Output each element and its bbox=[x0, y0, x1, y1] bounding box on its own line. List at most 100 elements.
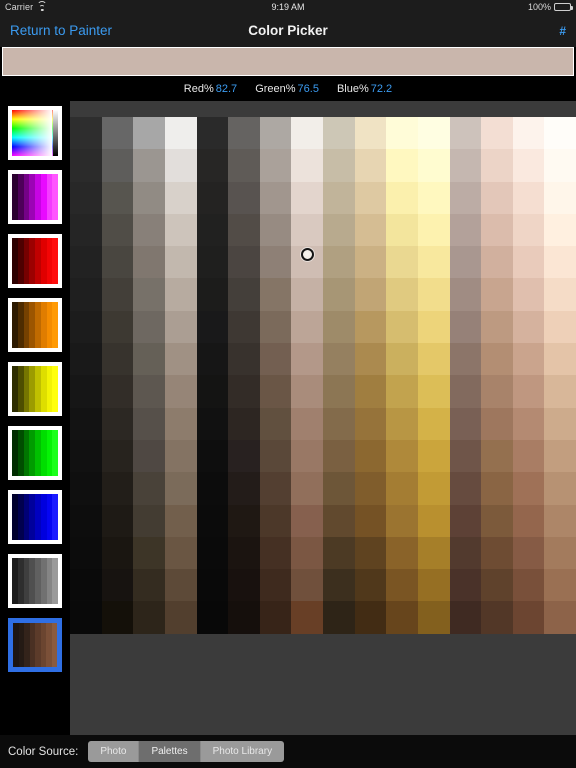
color-cell[interactable] bbox=[101, 569, 134, 602]
color-cell[interactable] bbox=[164, 536, 197, 570]
color-cell[interactable] bbox=[354, 213, 387, 247]
color-cell[interactable] bbox=[133, 181, 165, 214]
color-cell[interactable] bbox=[70, 439, 102, 473]
color-cell[interactable] bbox=[481, 213, 513, 247]
color-cell[interactable] bbox=[164, 439, 197, 473]
color-cell[interactable] bbox=[259, 343, 292, 376]
color-cell[interactable] bbox=[228, 149, 260, 182]
color-cell[interactable] bbox=[70, 343, 102, 376]
color-cell[interactable] bbox=[291, 407, 323, 440]
color-cell[interactable] bbox=[164, 213, 197, 247]
color-cell[interactable] bbox=[101, 181, 134, 214]
color-cell[interactable] bbox=[259, 181, 292, 214]
color-cell[interactable] bbox=[259, 504, 292, 537]
color-source-segmented-control[interactable]: Photo Palettes Photo Library bbox=[88, 741, 285, 762]
color-cell[interactable] bbox=[196, 213, 229, 247]
color-cell[interactable] bbox=[386, 504, 418, 537]
color-cell[interactable] bbox=[481, 601, 513, 634]
color-cell[interactable] bbox=[417, 117, 450, 150]
color-cell[interactable] bbox=[512, 278, 545, 311]
color-cell[interactable] bbox=[512, 343, 545, 376]
color-cell[interactable] bbox=[133, 536, 165, 570]
color-cell[interactable] bbox=[70, 310, 102, 344]
color-cell[interactable] bbox=[544, 536, 576, 570]
color-cell[interactable] bbox=[259, 213, 292, 247]
color-cell[interactable] bbox=[386, 407, 418, 440]
color-cell[interactable] bbox=[291, 536, 323, 570]
color-cell[interactable] bbox=[228, 117, 260, 150]
color-cell[interactable] bbox=[449, 375, 482, 408]
color-cell[interactable] bbox=[259, 117, 292, 150]
color-cell[interactable] bbox=[386, 149, 418, 182]
color-cell[interactable] bbox=[481, 569, 513, 602]
color-cell[interactable] bbox=[164, 310, 197, 344]
color-cell[interactable] bbox=[544, 407, 576, 440]
color-cell[interactable] bbox=[259, 278, 292, 311]
color-cell[interactable] bbox=[544, 439, 576, 473]
color-cell[interactable] bbox=[196, 310, 229, 344]
color-cell[interactable] bbox=[133, 246, 165, 279]
color-cell[interactable] bbox=[291, 246, 323, 279]
color-cell[interactable] bbox=[101, 375, 134, 408]
color-cell[interactable] bbox=[481, 504, 513, 537]
color-cell[interactable] bbox=[481, 375, 513, 408]
color-cell[interactable] bbox=[323, 439, 355, 473]
color-cell[interactable] bbox=[70, 278, 102, 311]
color-cell[interactable] bbox=[164, 407, 197, 440]
color-cell[interactable] bbox=[323, 536, 355, 570]
color-cell[interactable] bbox=[101, 149, 134, 182]
hex-toggle-button[interactable]: # bbox=[559, 24, 566, 38]
color-cell[interactable] bbox=[512, 310, 545, 344]
color-cell[interactable] bbox=[481, 310, 513, 344]
color-cell[interactable] bbox=[228, 375, 260, 408]
color-cell[interactable] bbox=[133, 601, 165, 634]
color-cell[interactable] bbox=[449, 310, 482, 344]
color-cell[interactable] bbox=[323, 569, 355, 602]
color-cell[interactable] bbox=[228, 213, 260, 247]
color-cell[interactable] bbox=[323, 278, 355, 311]
color-cell[interactable] bbox=[196, 439, 229, 473]
color-cell[interactable] bbox=[101, 601, 134, 634]
color-cell[interactable] bbox=[70, 213, 102, 247]
color-cell[interactable] bbox=[481, 439, 513, 473]
color-cell[interactable] bbox=[354, 117, 387, 150]
color-cell[interactable] bbox=[70, 601, 102, 634]
color-cell[interactable] bbox=[101, 536, 134, 570]
color-cell[interactable] bbox=[228, 278, 260, 311]
color-cell[interactable] bbox=[228, 439, 260, 473]
segment-photo-library[interactable]: Photo Library bbox=[200, 741, 285, 762]
color-cell[interactable] bbox=[133, 375, 165, 408]
color-cell[interactable] bbox=[354, 343, 387, 376]
color-cell[interactable] bbox=[354, 149, 387, 182]
palette-photo-thumbnail[interactable] bbox=[8, 618, 62, 672]
color-cell[interactable] bbox=[417, 472, 450, 505]
color-cell[interactable] bbox=[101, 117, 134, 150]
color-cell[interactable] bbox=[481, 407, 513, 440]
color-cell[interactable] bbox=[101, 213, 134, 247]
color-cell[interactable] bbox=[259, 246, 292, 279]
color-cell[interactable] bbox=[354, 246, 387, 279]
color-cell[interactable] bbox=[512, 181, 545, 214]
color-cell[interactable] bbox=[481, 472, 513, 505]
segment-photo[interactable]: Photo bbox=[88, 741, 140, 762]
color-cell[interactable] bbox=[481, 181, 513, 214]
color-cell[interactable] bbox=[164, 246, 197, 279]
color-cell[interactable] bbox=[196, 181, 229, 214]
color-cell[interactable] bbox=[544, 504, 576, 537]
color-cell[interactable] bbox=[449, 536, 482, 570]
color-cell[interactable] bbox=[133, 213, 165, 247]
color-cell[interactable] bbox=[133, 310, 165, 344]
color-cell[interactable] bbox=[417, 149, 450, 182]
color-cell[interactable] bbox=[291, 375, 323, 408]
color-cell[interactable] bbox=[386, 569, 418, 602]
color-cell[interactable] bbox=[386, 536, 418, 570]
color-cell[interactable] bbox=[323, 504, 355, 537]
color-cell[interactable] bbox=[133, 407, 165, 440]
color-cell[interactable] bbox=[354, 569, 387, 602]
color-cell[interactable] bbox=[481, 343, 513, 376]
color-cell[interactable] bbox=[323, 601, 355, 634]
color-cell[interactable] bbox=[291, 343, 323, 376]
color-cell[interactable] bbox=[512, 504, 545, 537]
color-cell[interactable] bbox=[354, 278, 387, 311]
color-cell[interactable] bbox=[417, 278, 450, 311]
